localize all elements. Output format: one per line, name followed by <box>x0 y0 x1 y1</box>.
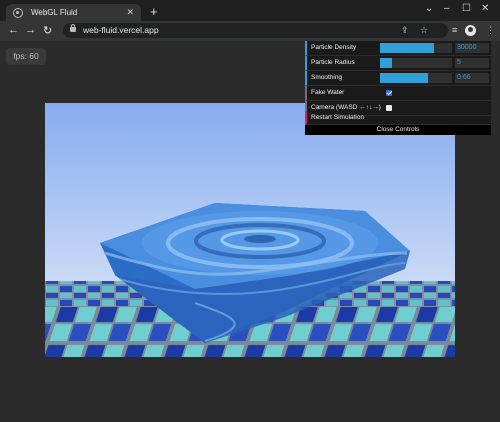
reload-button[interactable]: ↻ <box>43 24 52 37</box>
fps-counter: fps: 60 <box>6 48 46 65</box>
close-controls-button[interactable]: Close Controls <box>305 125 491 135</box>
webgl-canvas[interactable] <box>45 103 455 357</box>
fake-water-label: Fake Water <box>311 89 345 96</box>
title-bar: WebGL Fluid ✕ + ⌄ – ☐ ✕ <box>0 0 500 21</box>
particle-density-slider[interactable] <box>380 43 452 53</box>
globe-icon <box>13 7 23 18</box>
tab-close-icon[interactable]: ✕ <box>126 7 134 18</box>
camera-label: Camera (WASD ←↑↓→) <box>311 104 381 111</box>
particle-radius-input[interactable]: 5 <box>455 58 489 68</box>
slider-fill <box>380 43 434 53</box>
chevron-down-icon[interactable]: ⌄ <box>425 3 433 14</box>
close-window-button[interactable]: ✕ <box>481 3 489 14</box>
smoothing-label: Smoothing <box>311 74 343 81</box>
back-button[interactable]: ← <box>8 24 19 36</box>
smoothing-control: Smoothing 0.66 <box>305 71 491 86</box>
restart-simulation-label: Restart Simulation <box>311 114 365 121</box>
fluid-scene <box>45 103 455 357</box>
browser-tab[interactable]: WebGL Fluid ✕ <box>6 4 141 21</box>
slider-fill <box>380 58 392 68</box>
restart-simulation-button[interactable]: Restart Simulation <box>305 111 491 125</box>
page-viewport: fps: 60 Particle Density 30000 Particle … <box>0 41 500 422</box>
menu-icon[interactable]: ⋮ <box>486 25 495 36</box>
particle-density-input[interactable]: 30000 <box>455 43 489 53</box>
address-bar[interactable]: web-fluid.vercel.app ⇪ ☆ <box>63 23 448 38</box>
tab-title: WebGL Fluid <box>31 8 78 17</box>
minimize-button[interactable]: – <box>444 3 450 14</box>
slider-fill <box>380 73 428 83</box>
browser-toolbar: ← → ↻ web-fluid.vercel.app ⇪ ☆ ≡ ⋮ <box>0 21 500 41</box>
particle-density-control: Particle Density 30000 <box>305 41 491 56</box>
lock-icon <box>70 24 76 32</box>
tab-list-icon[interactable]: ≡ <box>452 25 457 35</box>
url-text[interactable]: web-fluid.vercel.app <box>83 25 159 35</box>
share-icon[interactable]: ⇪ <box>401 25 409 36</box>
smoothing-slider[interactable] <box>380 73 452 83</box>
fake-water-control: Fake Water <box>305 86 491 101</box>
particle-radius-control: Particle Radius 5 <box>305 56 491 71</box>
profile-avatar-icon[interactable] <box>465 25 476 36</box>
forward-button[interactable]: → <box>25 24 36 36</box>
smoothing-input[interactable]: 0.66 <box>455 73 489 83</box>
fake-water-checkbox[interactable] <box>386 90 392 96</box>
bookmark-star-icon[interactable]: ☆ <box>420 25 428 36</box>
maximize-button[interactable]: ☐ <box>462 3 471 14</box>
particle-radius-label: Particle Radius <box>311 59 355 66</box>
new-tab-button[interactable]: + <box>150 5 158 18</box>
controls-panel: Particle Density 30000 Particle Radius 5… <box>305 41 491 135</box>
particle-density-label: Particle Density <box>311 44 357 51</box>
particle-radius-slider[interactable] <box>380 58 452 68</box>
